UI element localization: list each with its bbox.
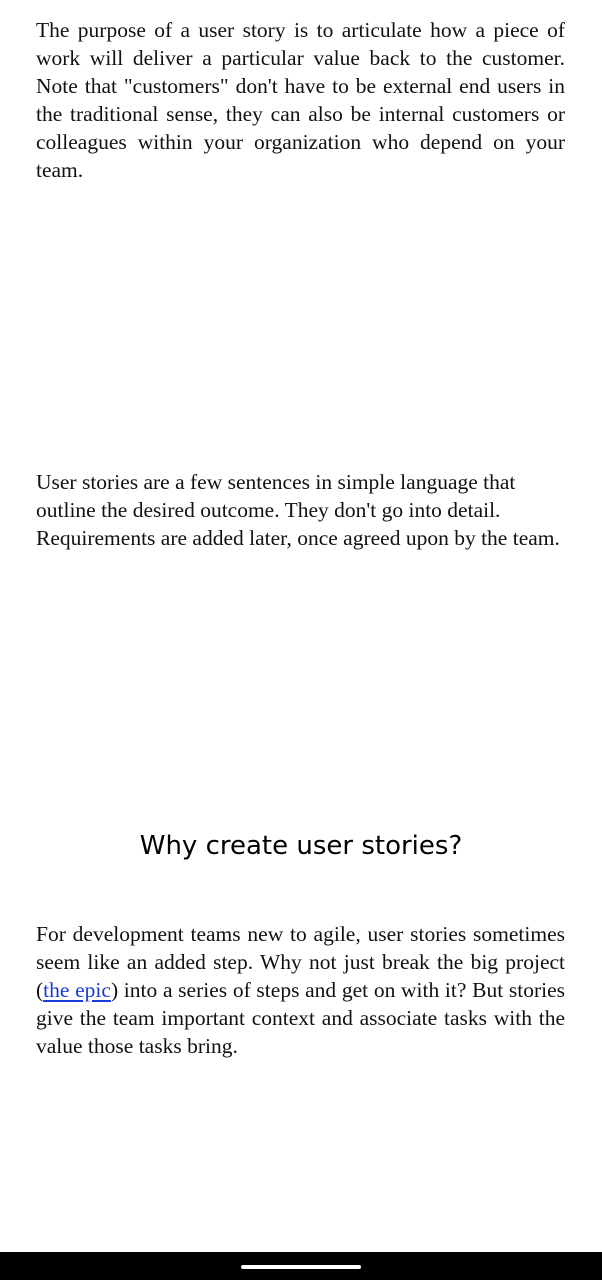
purpose-paragraph: The purpose of a user story is to articu… (36, 18, 565, 182)
definition-paragraph: User stories are a few sentences in simp… (36, 470, 560, 550)
system-navigation-bar (0, 1252, 602, 1280)
home-indicator[interactable] (241, 1265, 361, 1269)
why-paragraph-text-end: ) into a series of steps and get on with… (36, 978, 566, 1058)
section-heading: Why create user stories? (139, 831, 463, 861)
why-paragraph: For development teams new to agile, user… (36, 920, 565, 1060)
epic-link[interactable]: the epic (43, 978, 111, 1002)
